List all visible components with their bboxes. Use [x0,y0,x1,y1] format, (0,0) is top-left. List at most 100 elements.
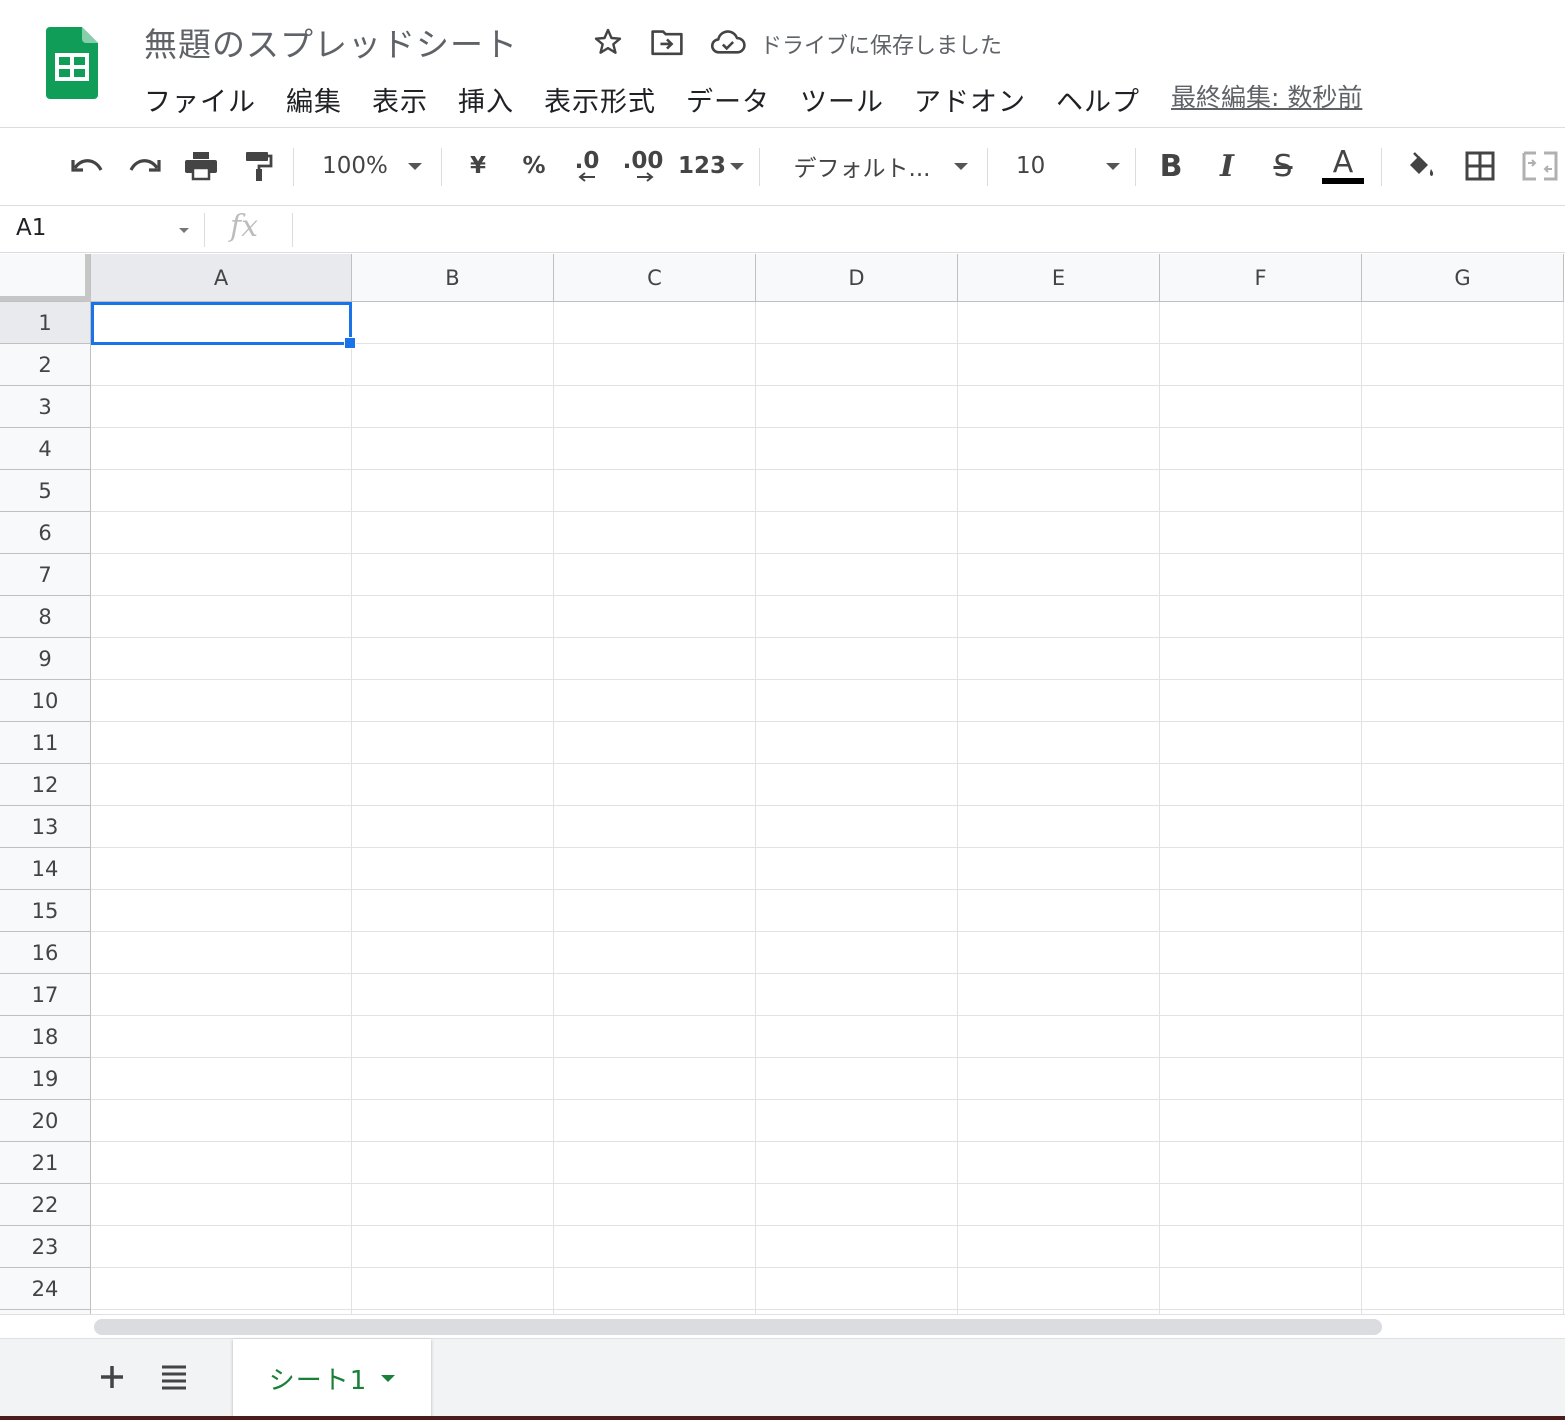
cell-b8[interactable] [352,596,554,638]
cell-f22[interactable] [1160,1184,1362,1226]
cell-b3[interactable] [352,386,554,428]
cell-f23[interactable] [1160,1226,1362,1268]
chevron-down-icon[interactable] [179,228,189,233]
paint-format-icon[interactable] [238,146,278,186]
cell-b12[interactable] [352,764,554,806]
cell-c2[interactable] [554,344,756,386]
cell-c23[interactable] [554,1226,756,1268]
cell-g16[interactable] [1362,932,1564,974]
cell-e6[interactable] [958,512,1160,554]
name-box[interactable]: A1 [16,215,46,241]
cell-f11[interactable] [1160,722,1362,764]
cell-a16[interactable] [91,932,352,974]
cell-d7[interactable] [756,554,958,596]
menu-format[interactable]: 表示形式 [544,80,656,119]
cell-f17[interactable] [1160,974,1362,1016]
cell-f16[interactable] [1160,932,1362,974]
cell-c19[interactable] [554,1058,756,1100]
cell-c15[interactable] [554,890,756,932]
row-header-22[interactable]: 22 [0,1184,91,1226]
cell-b15[interactable] [352,890,554,932]
cell-b1[interactable] [352,302,554,344]
cell-e1[interactable] [958,302,1160,344]
cell-e24[interactable] [958,1268,1160,1310]
cell-e7[interactable] [958,554,1160,596]
cell-e21[interactable] [958,1142,1160,1184]
cell-b20[interactable] [352,1100,554,1142]
cell-c20[interactable] [554,1100,756,1142]
cell-e23[interactable] [958,1226,1160,1268]
cell-f2[interactable] [1160,344,1362,386]
cell-a6[interactable] [91,512,352,554]
cell-b16[interactable] [352,932,554,974]
cell-a14[interactable] [91,848,352,890]
fill-color-icon[interactable] [1400,146,1440,186]
cell-f18[interactable] [1160,1016,1362,1058]
row-header-9[interactable]: 9 [0,638,91,680]
cell-c13[interactable] [554,806,756,848]
cell-c8[interactable] [554,596,756,638]
cell-d11[interactable] [756,722,958,764]
row-header-1[interactable]: 1 [0,302,91,344]
freeze-columns-handle[interactable] [85,254,90,302]
cell-c21[interactable] [554,1142,756,1184]
column-header-e[interactable]: E [958,254,1160,302]
chevron-down-icon[interactable] [381,1374,396,1382]
cell-d20[interactable] [756,1100,958,1142]
cell-f7[interactable] [1160,554,1362,596]
merge-cells-icon[interactable] [1518,146,1562,186]
cell-d8[interactable] [756,596,958,638]
cell-b23[interactable] [352,1226,554,1268]
row-header-2[interactable]: 2 [0,344,91,386]
column-header-f[interactable]: F [1160,254,1362,302]
row-header-23[interactable]: 23 [0,1226,91,1268]
cell-a1[interactable] [91,302,352,344]
last-edit-link[interactable]: 最終編集: 数秒前 [1171,78,1362,114]
cell-g2[interactable] [1362,344,1564,386]
cell-e18[interactable] [958,1016,1160,1058]
font-family-select[interactable]: デフォルト... [790,146,972,186]
cell-c4[interactable] [554,428,756,470]
cell-e2[interactable] [958,344,1160,386]
cell-b5[interactable] [352,470,554,512]
cell-e12[interactable] [958,764,1160,806]
cell-f20[interactable] [1160,1100,1362,1142]
cell-a7[interactable] [91,554,352,596]
cell-g11[interactable] [1362,722,1564,764]
cell-g14[interactable] [1362,848,1564,890]
cell-c24[interactable] [554,1268,756,1310]
cell-d5[interactable] [756,470,958,512]
cell-f3[interactable] [1160,386,1362,428]
column-header-c[interactable]: C [554,254,756,302]
cell-d22[interactable] [756,1184,958,1226]
cell-b13[interactable] [352,806,554,848]
column-header-g[interactable]: G [1362,254,1564,302]
cell-f14[interactable] [1160,848,1362,890]
cell-b22[interactable] [352,1184,554,1226]
cell-c16[interactable] [554,932,756,974]
menu-addons[interactable]: アドオン [914,80,1026,119]
cell-c10[interactable] [554,680,756,722]
cell-a4[interactable] [91,428,352,470]
cell-f5[interactable] [1160,470,1362,512]
cell-a11[interactable] [91,722,352,764]
document-title[interactable]: 無題のスプレッドシート [144,18,518,66]
menu-insert[interactable]: 挿入 [458,80,514,119]
cell-f6[interactable] [1160,512,1362,554]
row-header-17[interactable]: 17 [0,974,91,1016]
cell-d24[interactable] [756,1268,958,1310]
cell-g7[interactable] [1362,554,1564,596]
all-sheets-button[interactable] [156,1359,192,1395]
column-header-d[interactable]: D [756,254,958,302]
decrease-decimal-button[interactable]: .0 [566,146,608,186]
cell-f15[interactable] [1160,890,1362,932]
cell-e14[interactable] [958,848,1160,890]
undo-icon[interactable] [68,146,108,186]
cell-e16[interactable] [958,932,1160,974]
cell-a8[interactable] [91,596,352,638]
cell-b17[interactable] [352,974,554,1016]
cell-c5[interactable] [554,470,756,512]
italic-button[interactable]: I [1208,146,1246,186]
strikethrough-button[interactable]: S [1264,146,1302,186]
cell-d18[interactable] [756,1016,958,1058]
